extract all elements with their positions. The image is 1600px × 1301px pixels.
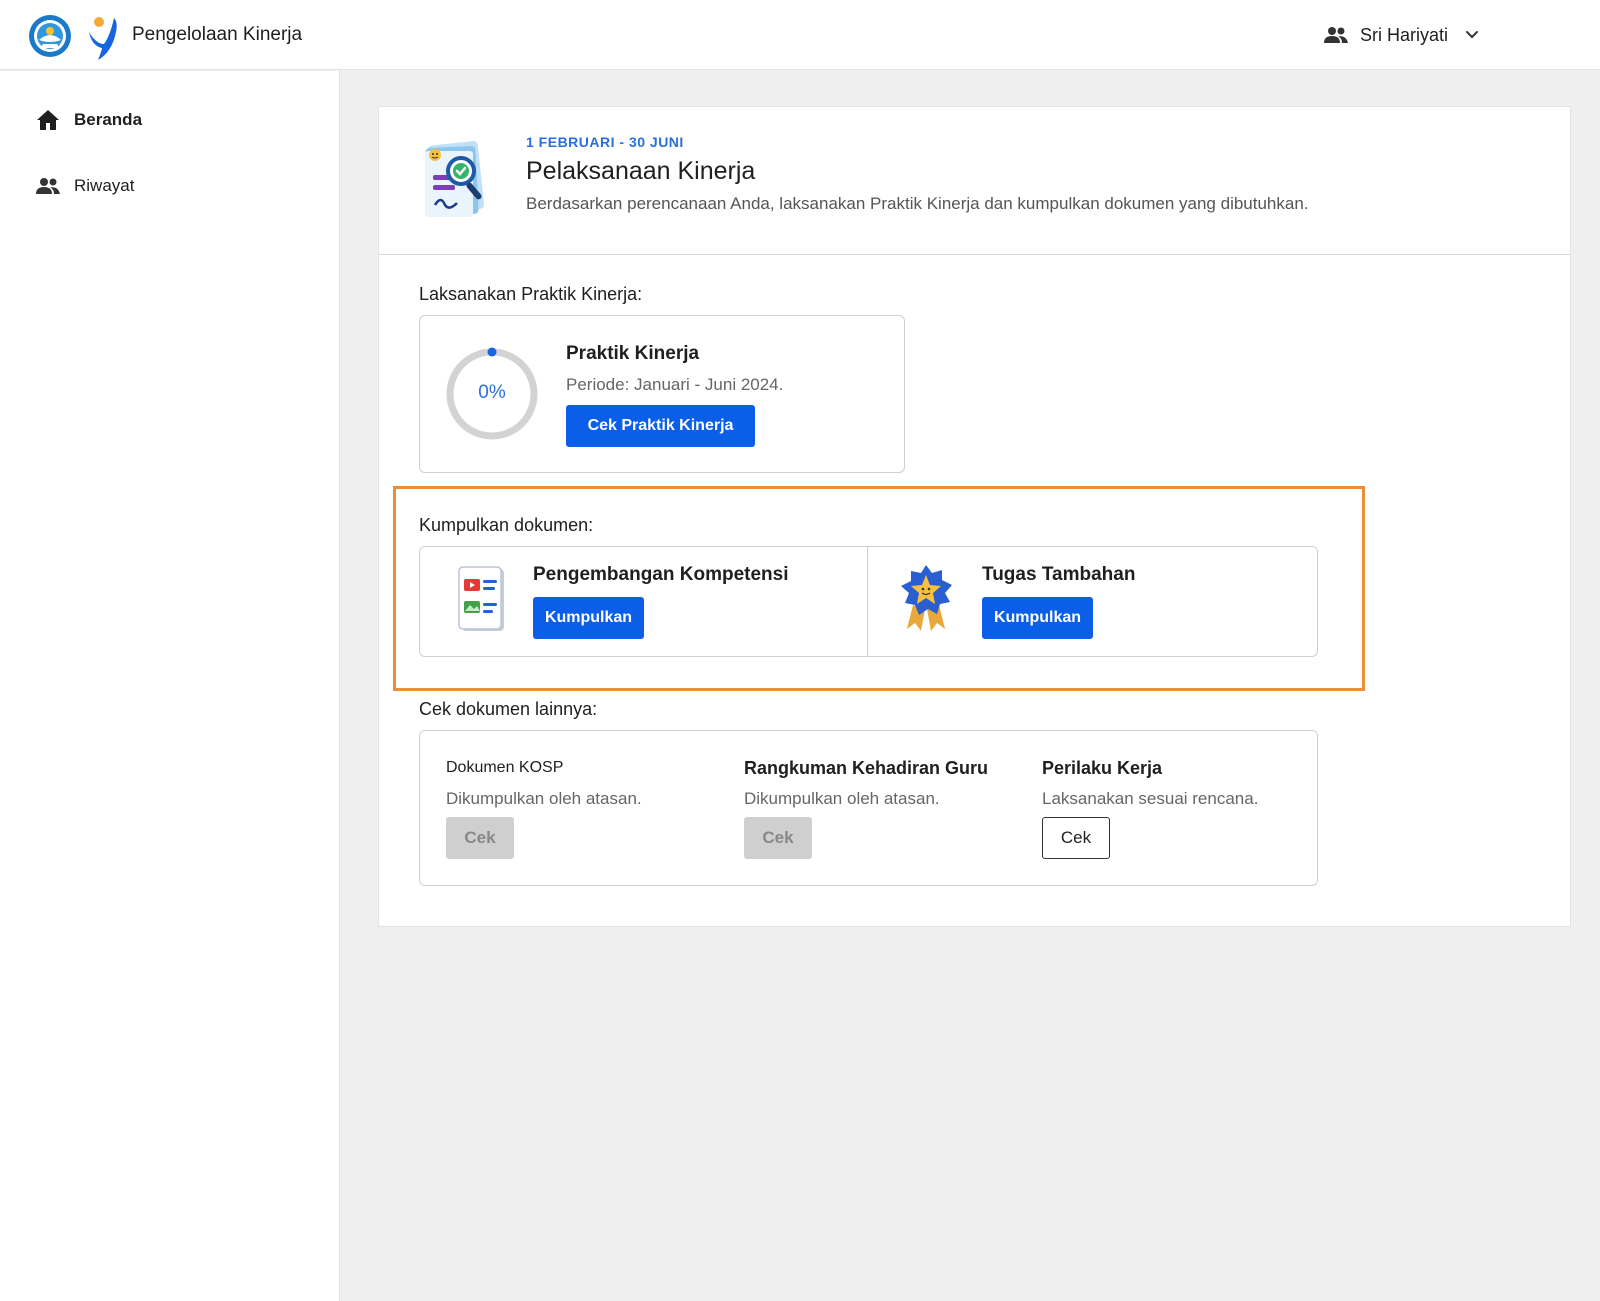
practice-section-label: Laksanakan Praktik Kinerja: — [419, 284, 643, 304]
other-item-title: Perilaku Kerja — [1042, 758, 1163, 778]
other-item-title: Rangkuman Kehadiran Guru — [744, 758, 989, 778]
highlight-frame — [393, 486, 1365, 691]
sidebar-item-label: Riwayat — [74, 176, 135, 195]
other-item-subtitle: Dikumpulkan oleh atasan. — [446, 789, 642, 808]
top-header: Pengelolaan Kinerja Sri Hariyati — [0, 0, 1600, 70]
practice-card: 0% Praktik Kinerja Periode: Januari - Ju… — [419, 315, 905, 473]
people-icon — [1324, 27, 1348, 43]
cek-praktik-kinerja-button[interactable]: Cek Praktik Kinerja — [566, 405, 755, 447]
performance-document-illustration — [425, 141, 485, 217]
sidebar-item-riwayat[interactable]: Riwayat — [36, 171, 134, 201]
cek-perilaku-kerja-button[interactable]: Cek — [1042, 817, 1110, 859]
cek-dokumen-kosp-button: Cek — [446, 817, 514, 859]
chevron-down-icon[interactable] — [1464, 27, 1480, 43]
sidebar-item-beranda[interactable]: Beranda — [36, 105, 142, 135]
ministry-emblem-icon — [29, 15, 71, 57]
other-item-subtitle: Dikumpulkan oleh atasan. — [744, 789, 940, 808]
practice-title: Praktik Kinerja — [566, 343, 700, 364]
home-icon — [37, 110, 59, 130]
other-section-label: Cek dokumen lainnya: — [419, 699, 598, 719]
practice-period: Periode: Januari - Juni 2024. — [566, 375, 784, 394]
progress-percent: 0% — [478, 382, 506, 403]
sidebar: Beranda Riwayat — [0, 71, 340, 1301]
sidebar-item-label: Beranda — [74, 110, 143, 129]
page-title: Pelaksanaan Kinerja — [526, 157, 756, 185]
other-documents-card: Dokumen KOSP Dikumpulkan oleh atasan. Ce… — [419, 730, 1318, 886]
user-menu[interactable]: Sri Hariyati — [1324, 20, 1480, 50]
app-logo-icon — [89, 17, 117, 60]
other-item-subtitle: Laksanakan sesuai rencana. — [1042, 789, 1259, 808]
user-name: Sri Hariyati — [1360, 24, 1449, 45]
people-icon — [36, 178, 60, 194]
cek-rangkuman-kehadiran-button: Cek — [744, 817, 812, 859]
card-header: 1 FEBRUARI - 30 JUNI Pelaksanaan Kinerja… — [379, 107, 1570, 255]
other-item-title: Dokumen KOSP — [446, 759, 564, 776]
period-label: 1 FEBRUARI - 30 JUNI — [526, 134, 684, 150]
page-description: Berdasarkan perencanaan Anda, laksanakan… — [526, 194, 1309, 213]
app-title: Pengelolaan Kinerja — [132, 24, 303, 45]
